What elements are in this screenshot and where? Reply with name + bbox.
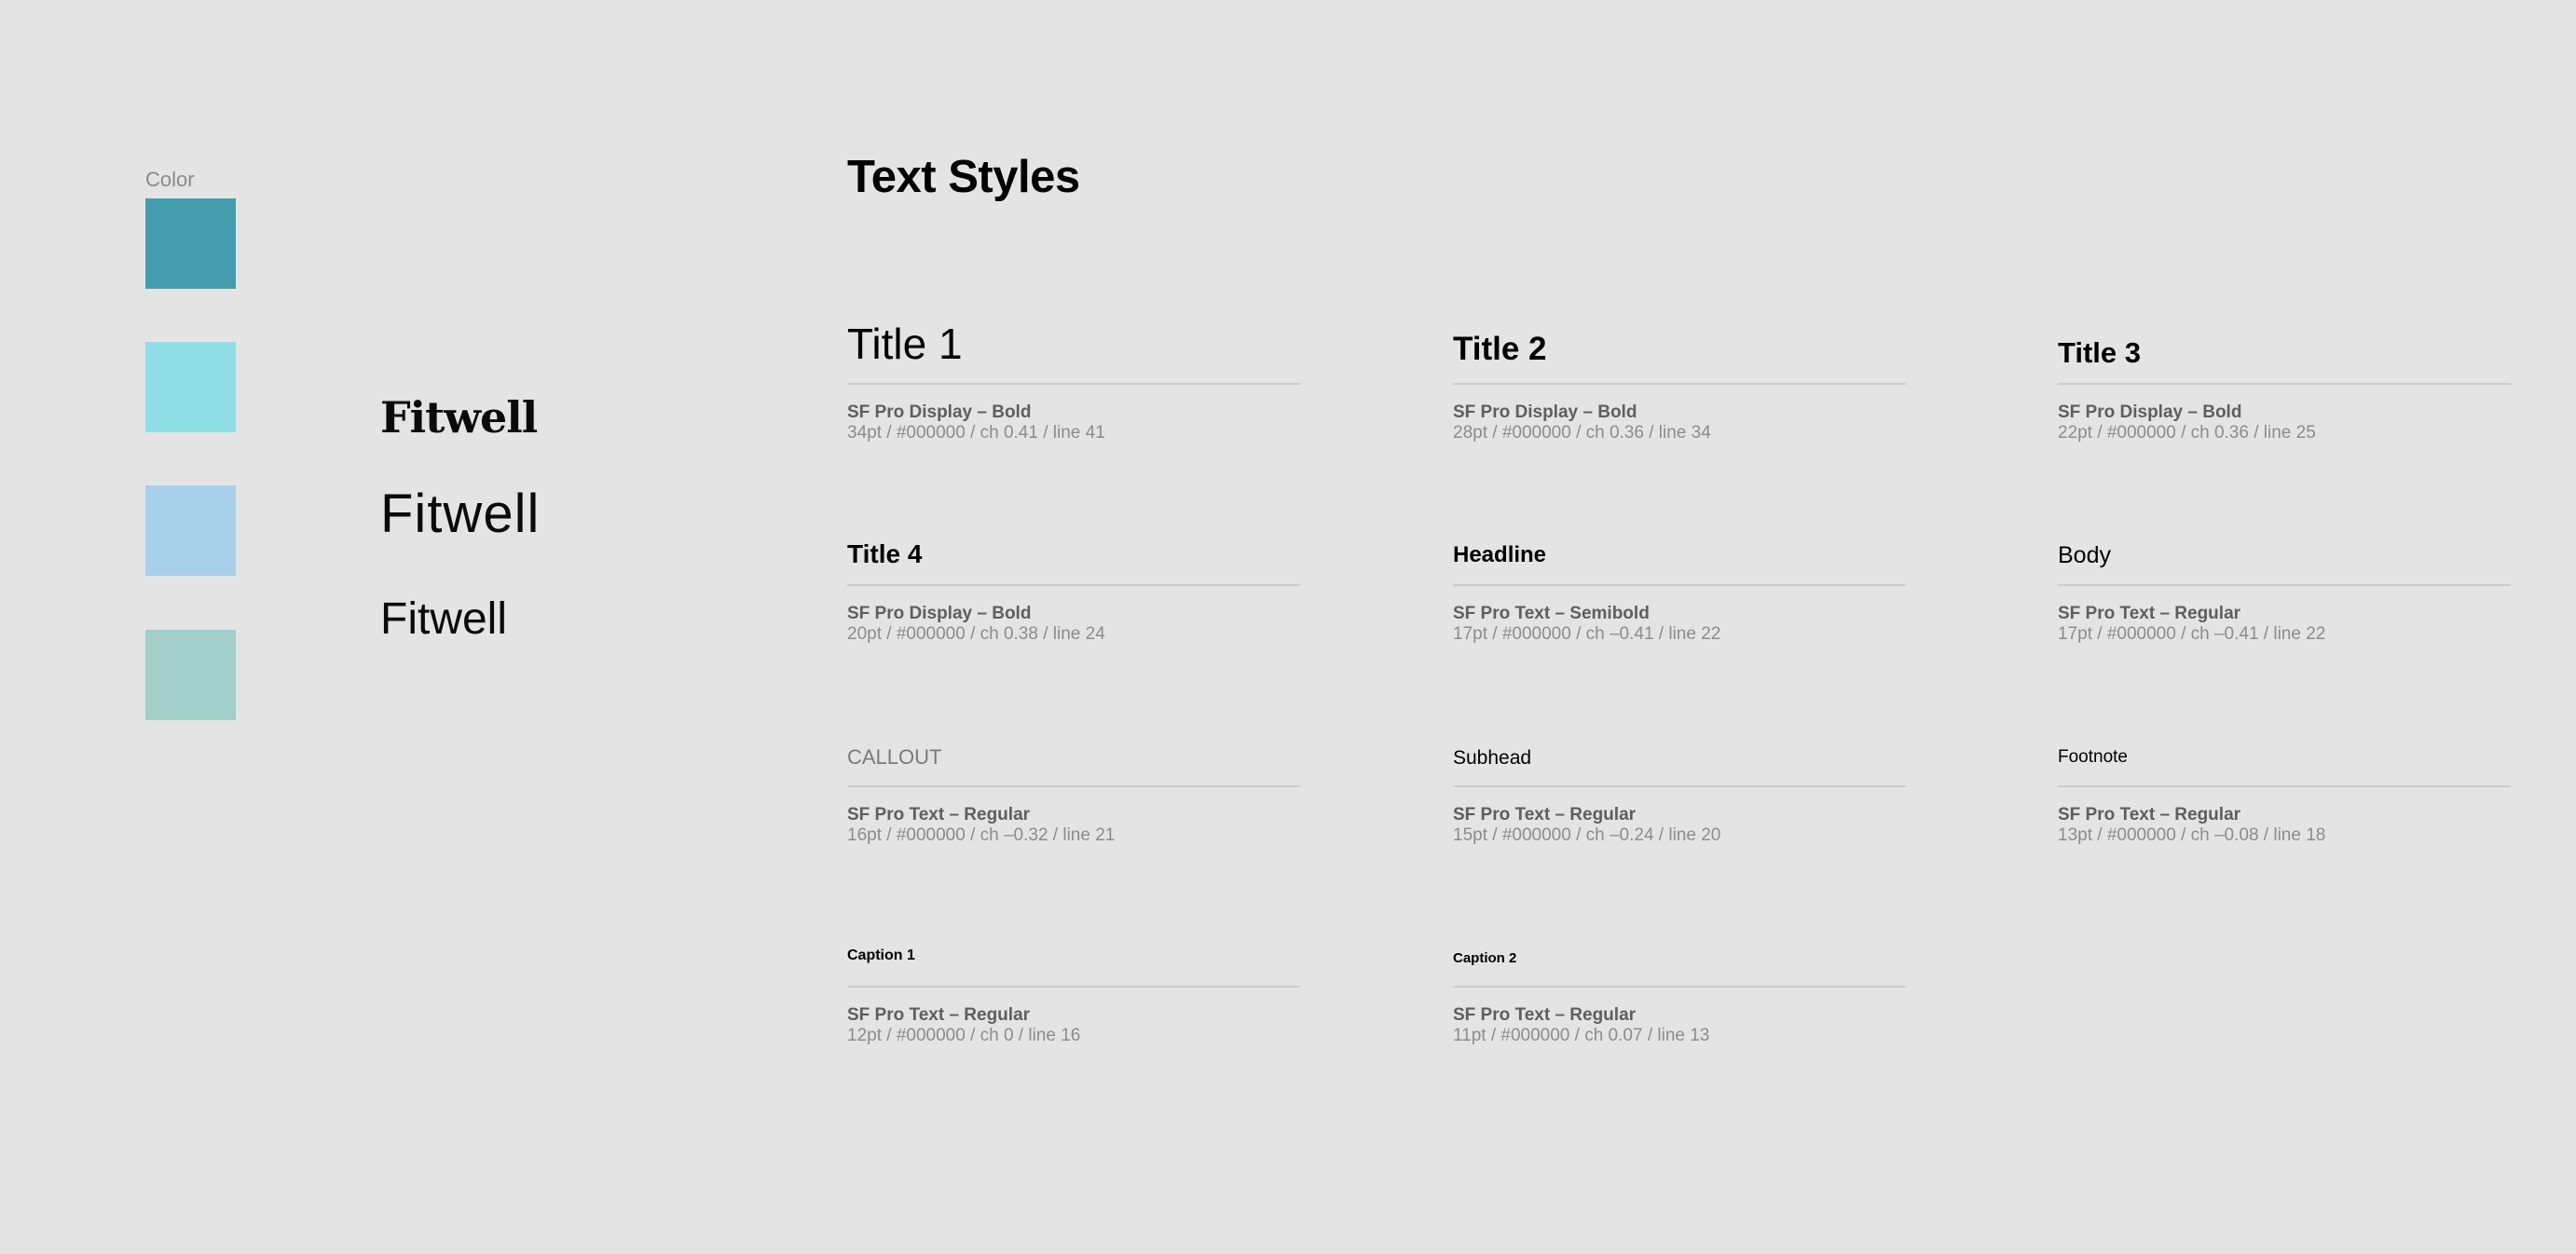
style-sample: Body [2058, 542, 2111, 568]
style-spec: SF Pro Text – Regular 16pt / #000000 / c… [847, 805, 1115, 846]
divider [2058, 785, 2511, 787]
divider [847, 383, 1300, 385]
style-spec: SF Pro Text – Regular 15pt / #000000 / c… [1453, 805, 1720, 846]
style-spec: SF Pro Display – Bold 28pt / #000000 / c… [1453, 402, 1711, 443]
style-spec: SF Pro Display – Bold 22pt / #000000 / c… [2058, 402, 2316, 443]
style-font-detail: 34pt / #000000 / ch 0.41 / line 41 [847, 423, 1105, 443]
divider [847, 986, 1300, 988]
divider [1453, 584, 1906, 586]
color-swatch [145, 342, 236, 432]
style-spec: SF Pro Text – Semibold 17pt / #000000 / … [1453, 604, 1720, 645]
color-label: Color [145, 168, 195, 191]
style-font-name: SF Pro Text – Regular [2058, 604, 2241, 623]
style-sample: Footnote [2058, 747, 2128, 767]
logo-wordmark-light: Fitwell [380, 484, 541, 544]
style-spec: SF Pro Display – Bold 34pt / #000000 / c… [847, 402, 1105, 443]
style-spec: SF Pro Text – Regular 13pt / #000000 / c… [2058, 805, 2325, 846]
color-swatch [145, 198, 236, 289]
style-font-detail: 12pt / #000000 / ch 0 / line 16 [847, 1026, 1081, 1045]
style-spec: SF Pro Text – Regular 11pt / #000000 / c… [1453, 1005, 1709, 1046]
style-font-name: SF Pro Display – Bold [847, 604, 1032, 623]
style-font-name: SF Pro Text – Semibold [1453, 604, 1650, 623]
style-font-name: SF Pro Text – Regular [2058, 805, 2241, 825]
style-font-detail: 28pt / #000000 / ch 0.36 / line 34 [1453, 423, 1711, 443]
style-font-detail: 16pt / #000000 / ch –0.32 / line 21 [847, 825, 1116, 845]
style-sample: Subhead [1453, 747, 1532, 769]
style-sample: Title 2 [1453, 331, 1547, 367]
style-font-detail: 17pt / #000000 / ch –0.41 / line 22 [2058, 624, 2326, 644]
style-font-detail: 11pt / #000000 / ch 0.07 / line 13 [1453, 1026, 1710, 1045]
style-sample: Headline [1453, 542, 1547, 567]
style-font-detail: 15pt / #000000 / ch –0.24 / line 20 [1453, 825, 1721, 845]
divider [847, 785, 1300, 787]
style-sample: Title 1 [847, 320, 963, 368]
divider [847, 584, 1300, 586]
divider [2058, 383, 2511, 385]
divider [1453, 986, 1906, 988]
style-sample: Title 4 [847, 539, 923, 568]
style-sample: CALLOUT [847, 745, 942, 769]
style-font-detail: 17pt / #000000 / ch –0.41 / line 22 [1453, 624, 1721, 644]
style-spec: SF Pro Text – Regular 17pt / #000000 / c… [2058, 604, 2325, 645]
logo-wordmark-serif: Fitwell [380, 392, 538, 443]
divider [2058, 584, 2511, 586]
logo-wordmark-regular: Fitwell [380, 594, 508, 644]
style-font-name: SF Pro Display – Bold [847, 402, 1032, 422]
style-font-name: SF Pro Display – Bold [2058, 402, 2242, 422]
style-spec: SF Pro Text – Regular 12pt / #000000 / c… [847, 1005, 1080, 1046]
style-spec: SF Pro Display – Bold 20pt / #000000 / c… [847, 604, 1105, 645]
style-sample: Caption 1 [847, 947, 915, 963]
style-sample: Caption 2 [1453, 950, 1517, 966]
style-font-detail: 22pt / #000000 / ch 0.36 / line 25 [2058, 423, 2316, 443]
style-font-name: SF Pro Display – Bold [1453, 402, 1637, 422]
style-sample: Title 3 [2058, 336, 2142, 369]
style-font-name: SF Pro Text – Regular [847, 805, 1031, 825]
style-font-name: SF Pro Text – Regular [847, 1005, 1031, 1025]
style-font-detail: 13pt / #000000 / ch –0.08 / line 18 [2058, 825, 2326, 845]
page-title: Text Styles [847, 152, 1080, 202]
divider [1453, 785, 1906, 787]
color-swatch [145, 630, 236, 720]
style-font-name: SF Pro Text – Regular [1453, 1005, 1637, 1025]
style-font-detail: 20pt / #000000 / ch 0.38 / line 24 [847, 624, 1105, 644]
style-font-name: SF Pro Text – Regular [1453, 805, 1637, 825]
color-swatch [145, 485, 236, 576]
divider [1453, 383, 1906, 385]
